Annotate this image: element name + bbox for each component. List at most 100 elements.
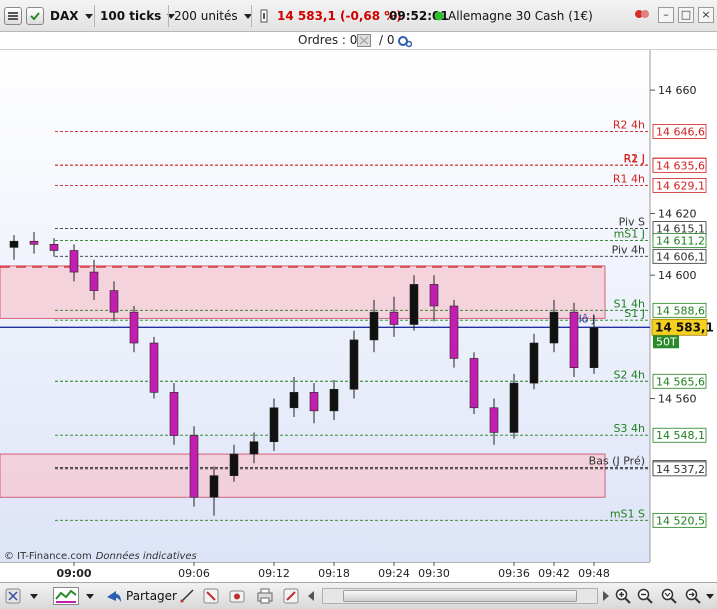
- alert-icon[interactable]: [202, 587, 220, 605]
- units-selector[interactable]: 200 unités: [174, 4, 252, 28]
- copyright-text: © IT-Finance.com Données indicatives: [4, 550, 197, 562]
- add-indicator-icon[interactable]: [4, 587, 22, 605]
- level-price-label: 14 537,2: [656, 463, 705, 476]
- toolbar-divider: [251, 5, 252, 27]
- scrollbar-thumb[interactable]: [343, 590, 577, 602]
- print-icon[interactable]: [256, 587, 274, 605]
- check-icon[interactable]: [26, 4, 44, 28]
- price-quote: 14 583,1 (-0,68 %): [277, 9, 402, 23]
- candle-body: [409, 284, 419, 325]
- zoom-in-icon[interactable]: [614, 587, 632, 605]
- toolbar-divider: [168, 5, 169, 27]
- menu-chevron-icon[interactable]: [28, 587, 40, 605]
- candle-body: [189, 435, 199, 498]
- candle-body: [569, 311, 579, 368]
- orders-bar: Ordres : 0 / 0: [0, 32, 717, 50]
- candle-body: [529, 342, 539, 384]
- level-name: S1 J: [624, 307, 645, 320]
- level-name: Bas (J Pré): [589, 455, 645, 468]
- candle-body: [9, 240, 19, 248]
- toolbar-chevron-icon[interactable]: [704, 587, 716, 605]
- candle-body: [169, 392, 179, 436]
- x-tick-label: 09:06: [178, 567, 210, 580]
- candle-body: [129, 311, 139, 344]
- candle-body: [289, 392, 299, 409]
- x-tick-label: 09:12: [258, 567, 290, 580]
- instrument-selector[interactable]: DAX: [50, 4, 93, 28]
- level-name: Piv 4h: [612, 243, 645, 256]
- candle-body: [549, 311, 559, 344]
- candle-body: [429, 284, 439, 307]
- orders-grid-icon[interactable]: [357, 34, 371, 50]
- time-axis: 09:00 09:06 09:12 09:18 09:24 09:30 09:36 09:42…: [0, 562, 717, 582]
- level-price-label: 14 565,6: [656, 375, 705, 388]
- level-price-label: 14 548,1: [656, 429, 705, 442]
- chart-type-icon[interactable]: [52, 587, 80, 605]
- info-icon[interactable]: [258, 4, 270, 28]
- instrument-list-icon[interactable]: [4, 4, 22, 28]
- candle-body: [309, 392, 319, 412]
- level-price-label: 14 629,1: [656, 179, 705, 192]
- chart-area[interactable]: R2 4h14 646,6R2 J14 635,7R1 J14 635,6R1 …: [0, 50, 717, 562]
- candle-body: [209, 475, 219, 498]
- zoom-fit-icon[interactable]: [660, 587, 678, 605]
- current-price-label: 14 583,1: [655, 320, 714, 334]
- chart-type-chevron-icon[interactable]: [84, 587, 96, 605]
- candle-body: [229, 453, 239, 476]
- maximize-icon[interactable]: □: [678, 7, 694, 23]
- chevron-down-icon: [84, 13, 93, 19]
- y-tick-label: 14 660: [658, 84, 697, 97]
- market-name: Allemagne 30 Cash (1€): [448, 9, 593, 23]
- export-icon[interactable]: [282, 587, 300, 605]
- candle-body: [509, 382, 519, 433]
- level-price-label: 14 635,6: [656, 159, 705, 172]
- zoom-range-icon[interactable]: [684, 587, 702, 605]
- orders-settings-icon[interactable]: [397, 34, 413, 51]
- scroll-left-icon[interactable]: [304, 587, 318, 605]
- market-status-icon: [434, 4, 444, 28]
- candle-body: [269, 407, 279, 443]
- screenshot-icon[interactable]: [228, 587, 246, 605]
- level-price-label: 14 646,6: [656, 125, 705, 138]
- x-tick-label: 09:24: [378, 567, 410, 580]
- candle-body: [349, 339, 359, 390]
- candle-body: [89, 271, 99, 291]
- minimize-icon[interactable]: –: [658, 7, 674, 23]
- candle-body: [369, 311, 379, 341]
- y-tick-label: 14 560: [658, 393, 697, 406]
- y-tick-label: 14 600: [658, 269, 697, 282]
- units-label: 200 unités: [174, 9, 238, 23]
- level-name: S2 4h: [614, 368, 645, 381]
- candle-body: [29, 240, 39, 245]
- drawing-tools-icon[interactable]: [178, 587, 196, 605]
- x-tick-label: 09:48: [578, 567, 610, 580]
- ticks-label: 100 ticks: [100, 9, 162, 23]
- x-tick-label: 09:30: [418, 567, 450, 580]
- level-price-label: 14 611,2: [656, 235, 705, 248]
- x-tick-label: 09:36: [498, 567, 530, 580]
- candle-body: [49, 244, 59, 251]
- price-chart[interactable]: R2 4h14 646,6R2 J14 635,7R1 J14 635,6R1 …: [0, 50, 717, 562]
- candle-body: [589, 327, 599, 368]
- level-price-label: 14 606,1: [656, 250, 705, 263]
- x-tick-label: 09:42: [538, 567, 570, 580]
- candle-body: [469, 358, 479, 409]
- close-icon[interactable]: ×: [698, 7, 714, 23]
- candle-body: [329, 388, 339, 412]
- x-tick-label: 09:18: [318, 567, 350, 580]
- time-scrollbar[interactable]: [322, 588, 598, 604]
- share-label: Partager: [126, 589, 177, 603]
- scroll-right-icon[interactable]: [600, 587, 612, 605]
- level-name: mS1 J: [614, 228, 645, 241]
- toolbar-divider: [94, 5, 95, 27]
- bottom-toolbar: Partager: [0, 582, 717, 609]
- candle-body: [69, 250, 79, 273]
- price-zone: [0, 453, 606, 498]
- zoom-out-icon[interactable]: [636, 587, 654, 605]
- share-button[interactable]: Partager: [100, 586, 183, 606]
- candle-body: [389, 311, 399, 325]
- settings-icon[interactable]: [634, 7, 650, 23]
- candle-body: [449, 305, 459, 359]
- ticks-selector[interactable]: 100 ticks: [100, 4, 176, 28]
- y-tick-label: 14 620: [658, 207, 697, 220]
